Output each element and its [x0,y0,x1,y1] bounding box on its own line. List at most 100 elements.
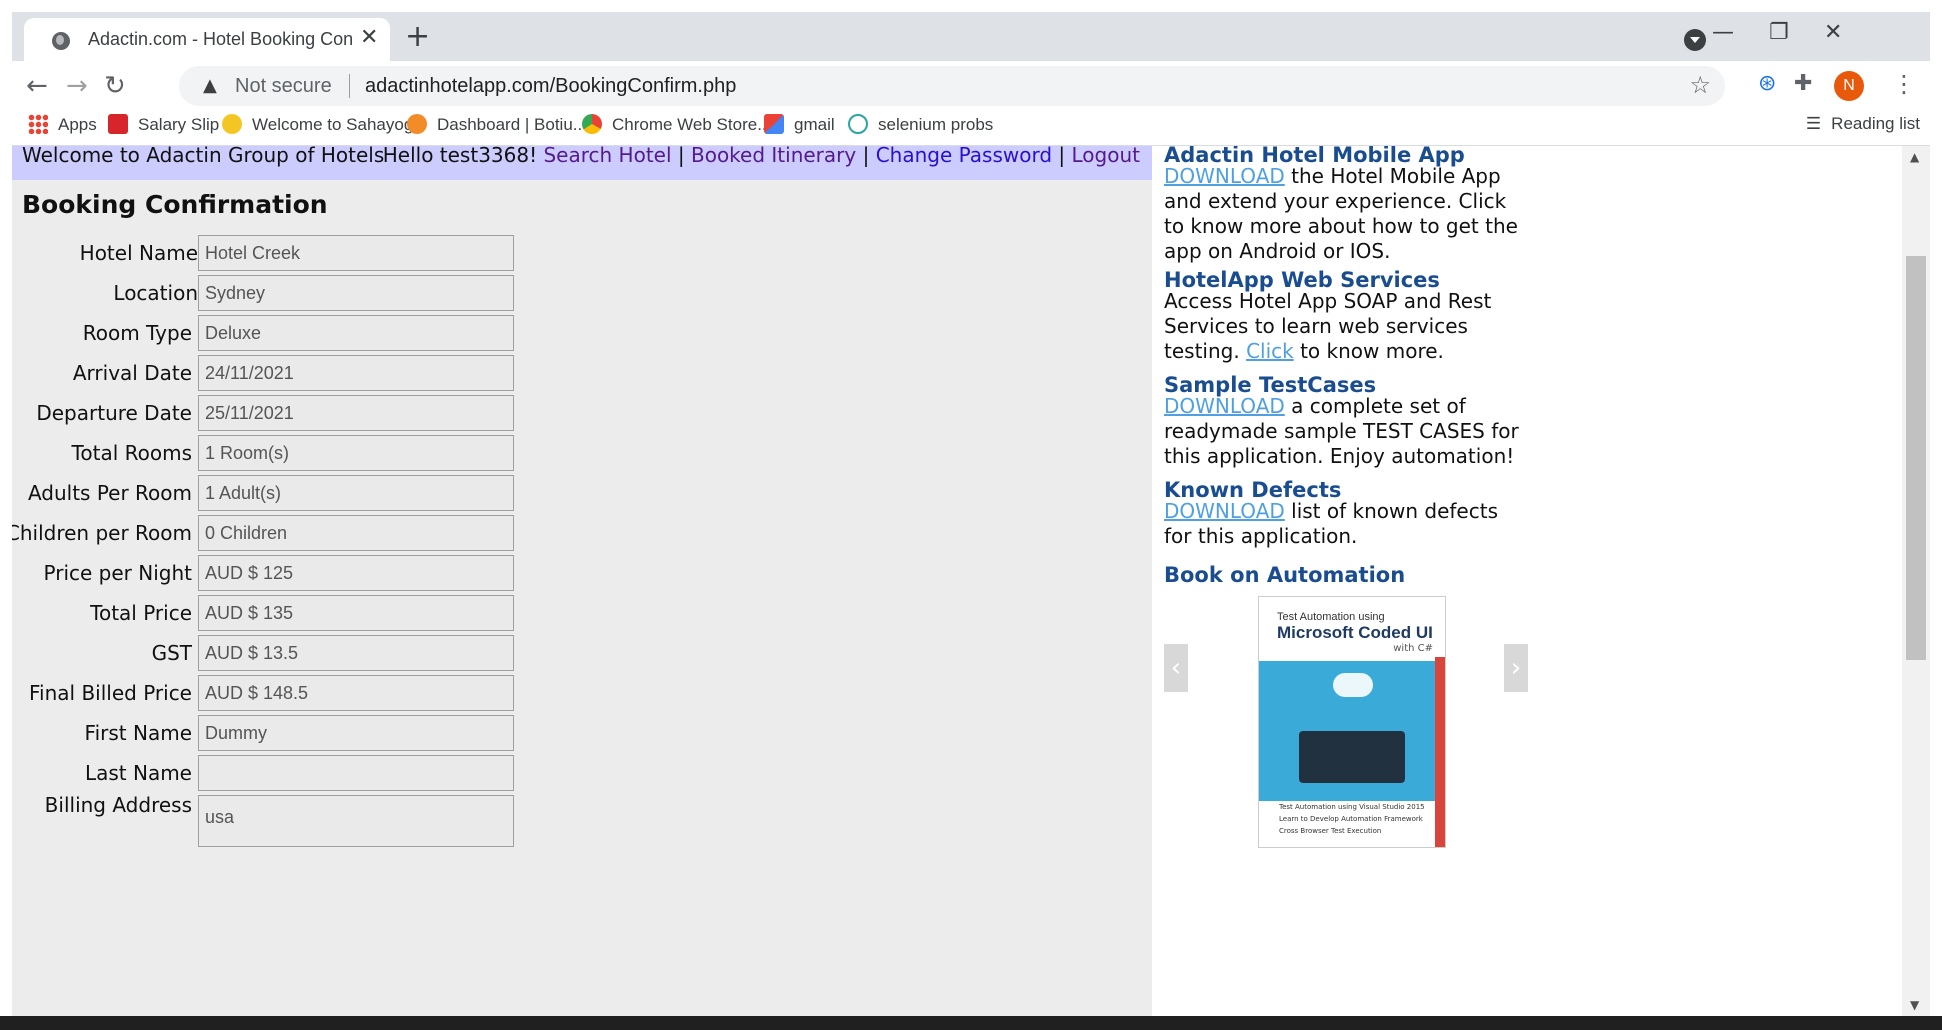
main-pane: Welcome to Adactin Group of Hotels Hello… [12,146,1152,1018]
field-label: Billing Address [44,793,192,817]
minimize-icon[interactable]: — [1712,20,1734,45]
browser-toolbar: ← → ↻ ▲ Not secure adactinhotelapp.com/B… [12,61,1930,111]
total-rooms-field[interactable]: 1 Room(s) [198,435,514,471]
forward-icon[interactable]: → [66,71,88,101]
bookmark-selenium[interactable]: selenium probs [848,114,993,135]
tab-strip: Adactin.com - Hotel Booking Con ✕ + — ❐ … [12,12,1930,61]
scrollbar-thumb[interactable] [1906,256,1926,660]
bookmark-salary-slip[interactable]: Salary Slip [108,114,219,135]
departure-date-field[interactable]: 25/11/2021 [198,395,514,431]
field-row-total-price: Total Price AUD $ 135 [12,595,532,633]
bookmarks-bar: Apps Salary Slip Welcome to Sahayog Dash… [12,111,1930,146]
extension-icon[interactable]: ⊛ [1758,71,1776,96]
billing-address-field[interactable]: usa [198,795,514,847]
profile-avatar[interactable]: N [1834,71,1864,101]
sahayog-icon [222,114,242,134]
cover-illustration [1259,661,1445,801]
room-type-field[interactable]: Deluxe [198,315,514,351]
location-field[interactable]: Sydney [198,275,514,311]
field-row-first-name: First Name Dummy [12,715,532,753]
field-row-location: Location Sydney [12,275,532,313]
page-content: Welcome to Adactin Group of Hotels Hello… [12,146,1930,1018]
bookmark-sahayog[interactable]: Welcome to Sahayog [222,114,413,135]
field-label: Hotel Name [79,241,198,265]
link-separator: | [1058,146,1066,167]
mobile-app-text: DOWNLOAD the Hotel Mobile App and extend… [1164,164,1518,263]
bookmark-dashboard[interactable]: Dashboard | Botiu... [407,114,587,135]
extensions-puzzle-icon[interactable]: ✚ [1794,71,1812,96]
field-row-gst: GST AUD $ 13.5 [12,635,532,673]
field-row-children: Children per Room 0 Children [12,515,532,553]
adults-per-room-field[interactable]: 1 Adult(s) [198,475,514,511]
field-label: Total Price [90,601,192,625]
botium-icon [407,114,427,134]
bookmark-chrome-web-store[interactable]: Chrome Web Store... [582,114,771,135]
web-services-click-link[interactable]: Click [1246,339,1294,363]
reload-icon[interactable]: ↻ [104,71,126,101]
field-row-final-billed-price: Final Billed Price AUD $ 148.5 [12,675,532,713]
url-text[interactable]: adactinhotelapp.com/BookingConfirm.php [365,75,736,98]
field-label: Adults Per Room [27,481,192,505]
hotel-name-field[interactable]: Hotel Creek [198,235,514,271]
gst-field[interactable]: AUD $ 13.5 [198,635,514,671]
logout-link[interactable]: Logout [1072,146,1140,167]
menu-icon[interactable]: ⋮ [1892,70,1916,98]
close-tab-icon[interactable]: ✕ [360,25,378,50]
bookmark-apps[interactable]: Apps [28,114,97,135]
carousel-next-button[interactable]: › [1504,644,1528,692]
book-title: Book on Automation [1164,563,1406,587]
field-label: GST [151,641,192,665]
address-divider [349,74,350,98]
tab-title: Adactin.com - Hotel Booking Con [88,29,354,49]
field-row-departure-date: Departure Date 25/11/2021 [12,395,532,433]
bookmark-gmail[interactable]: gmail [764,114,835,135]
children-per-room-field[interactable]: 0 Children [198,515,514,551]
bookmark-star-icon[interactable]: ☆ [1689,71,1711,99]
first-name-field[interactable]: Dummy [198,715,514,751]
close-window-icon[interactable]: ✕ [1824,20,1842,45]
reading-list-icon: ☰ [1805,114,1822,133]
cover-stripe [1435,657,1445,847]
browser-tab[interactable]: Adactin.com - Hotel Booking Con ✕ [24,18,390,61]
search-hotel-link[interactable]: Search Hotel [543,146,671,167]
link-separator: | [862,146,870,167]
field-label: Arrival Date [72,361,192,385]
carousel-prev-button[interactable]: ‹ [1164,644,1188,692]
restore-icon[interactable]: ❐ [1769,20,1789,45]
field-label: Price per Night [43,561,192,585]
reading-list-button[interactable]: ☰ Reading list [1806,114,1920,134]
scroll-down-icon[interactable]: ▼ [1910,998,1919,1012]
booked-itinerary-link[interactable]: Booked Itinerary [691,146,856,167]
arrival-date-field[interactable]: 24/11/2021 [198,355,514,391]
test-cases-download-link[interactable]: DOWNLOAD [1164,394,1285,418]
field-label: First Name [84,721,192,745]
page-scrollbar[interactable]: ▲ ▼ [1902,146,1930,1018]
address-bar[interactable]: ▲ Not secure adactinhotelapp.com/Booking… [179,66,1725,106]
new-tab-button[interactable]: + [405,19,430,54]
known-defects-text: DOWNLOAD list of known defects for this … [1164,499,1498,548]
tab-search-icon[interactable] [1684,29,1706,51]
laptop-icon [1299,731,1405,783]
field-label: Room Type [82,321,192,345]
last-name-field[interactable] [198,755,514,791]
change-password-link[interactable]: Change Password [876,146,1052,167]
gmail-icon [764,114,784,134]
field-row-hotel-name: Hotel Name Hotel Creek [12,235,532,273]
book-cover-image[interactable]: Test Automation using Microsoft Coded UI… [1258,596,1446,848]
security-label[interactable]: Not secure [235,75,332,98]
field-label: Last Name [84,761,192,785]
mobile-download-link[interactable]: DOWNLOAD [1164,164,1285,188]
total-price-field[interactable]: AUD $ 135 [198,595,514,631]
warning-icon[interactable]: ▲ [203,75,217,96]
chrome-store-icon [582,114,602,134]
price-per-night-field[interactable]: AUD $ 125 [198,555,514,591]
final-billed-price-field[interactable]: AUD $ 148.5 [198,675,514,711]
back-icon[interactable]: ← [26,71,48,101]
apps-icon [28,114,48,134]
field-row-billing-address: Billing Address usa [12,793,532,847]
link-separator: | [677,146,685,167]
defects-download-link[interactable]: DOWNLOAD [1164,499,1285,523]
field-row-last-name: Last Name [12,755,532,793]
welcome-text: Welcome to Adactin Group of Hotels [22,146,385,167]
scroll-up-icon[interactable]: ▲ [1910,150,1919,164]
